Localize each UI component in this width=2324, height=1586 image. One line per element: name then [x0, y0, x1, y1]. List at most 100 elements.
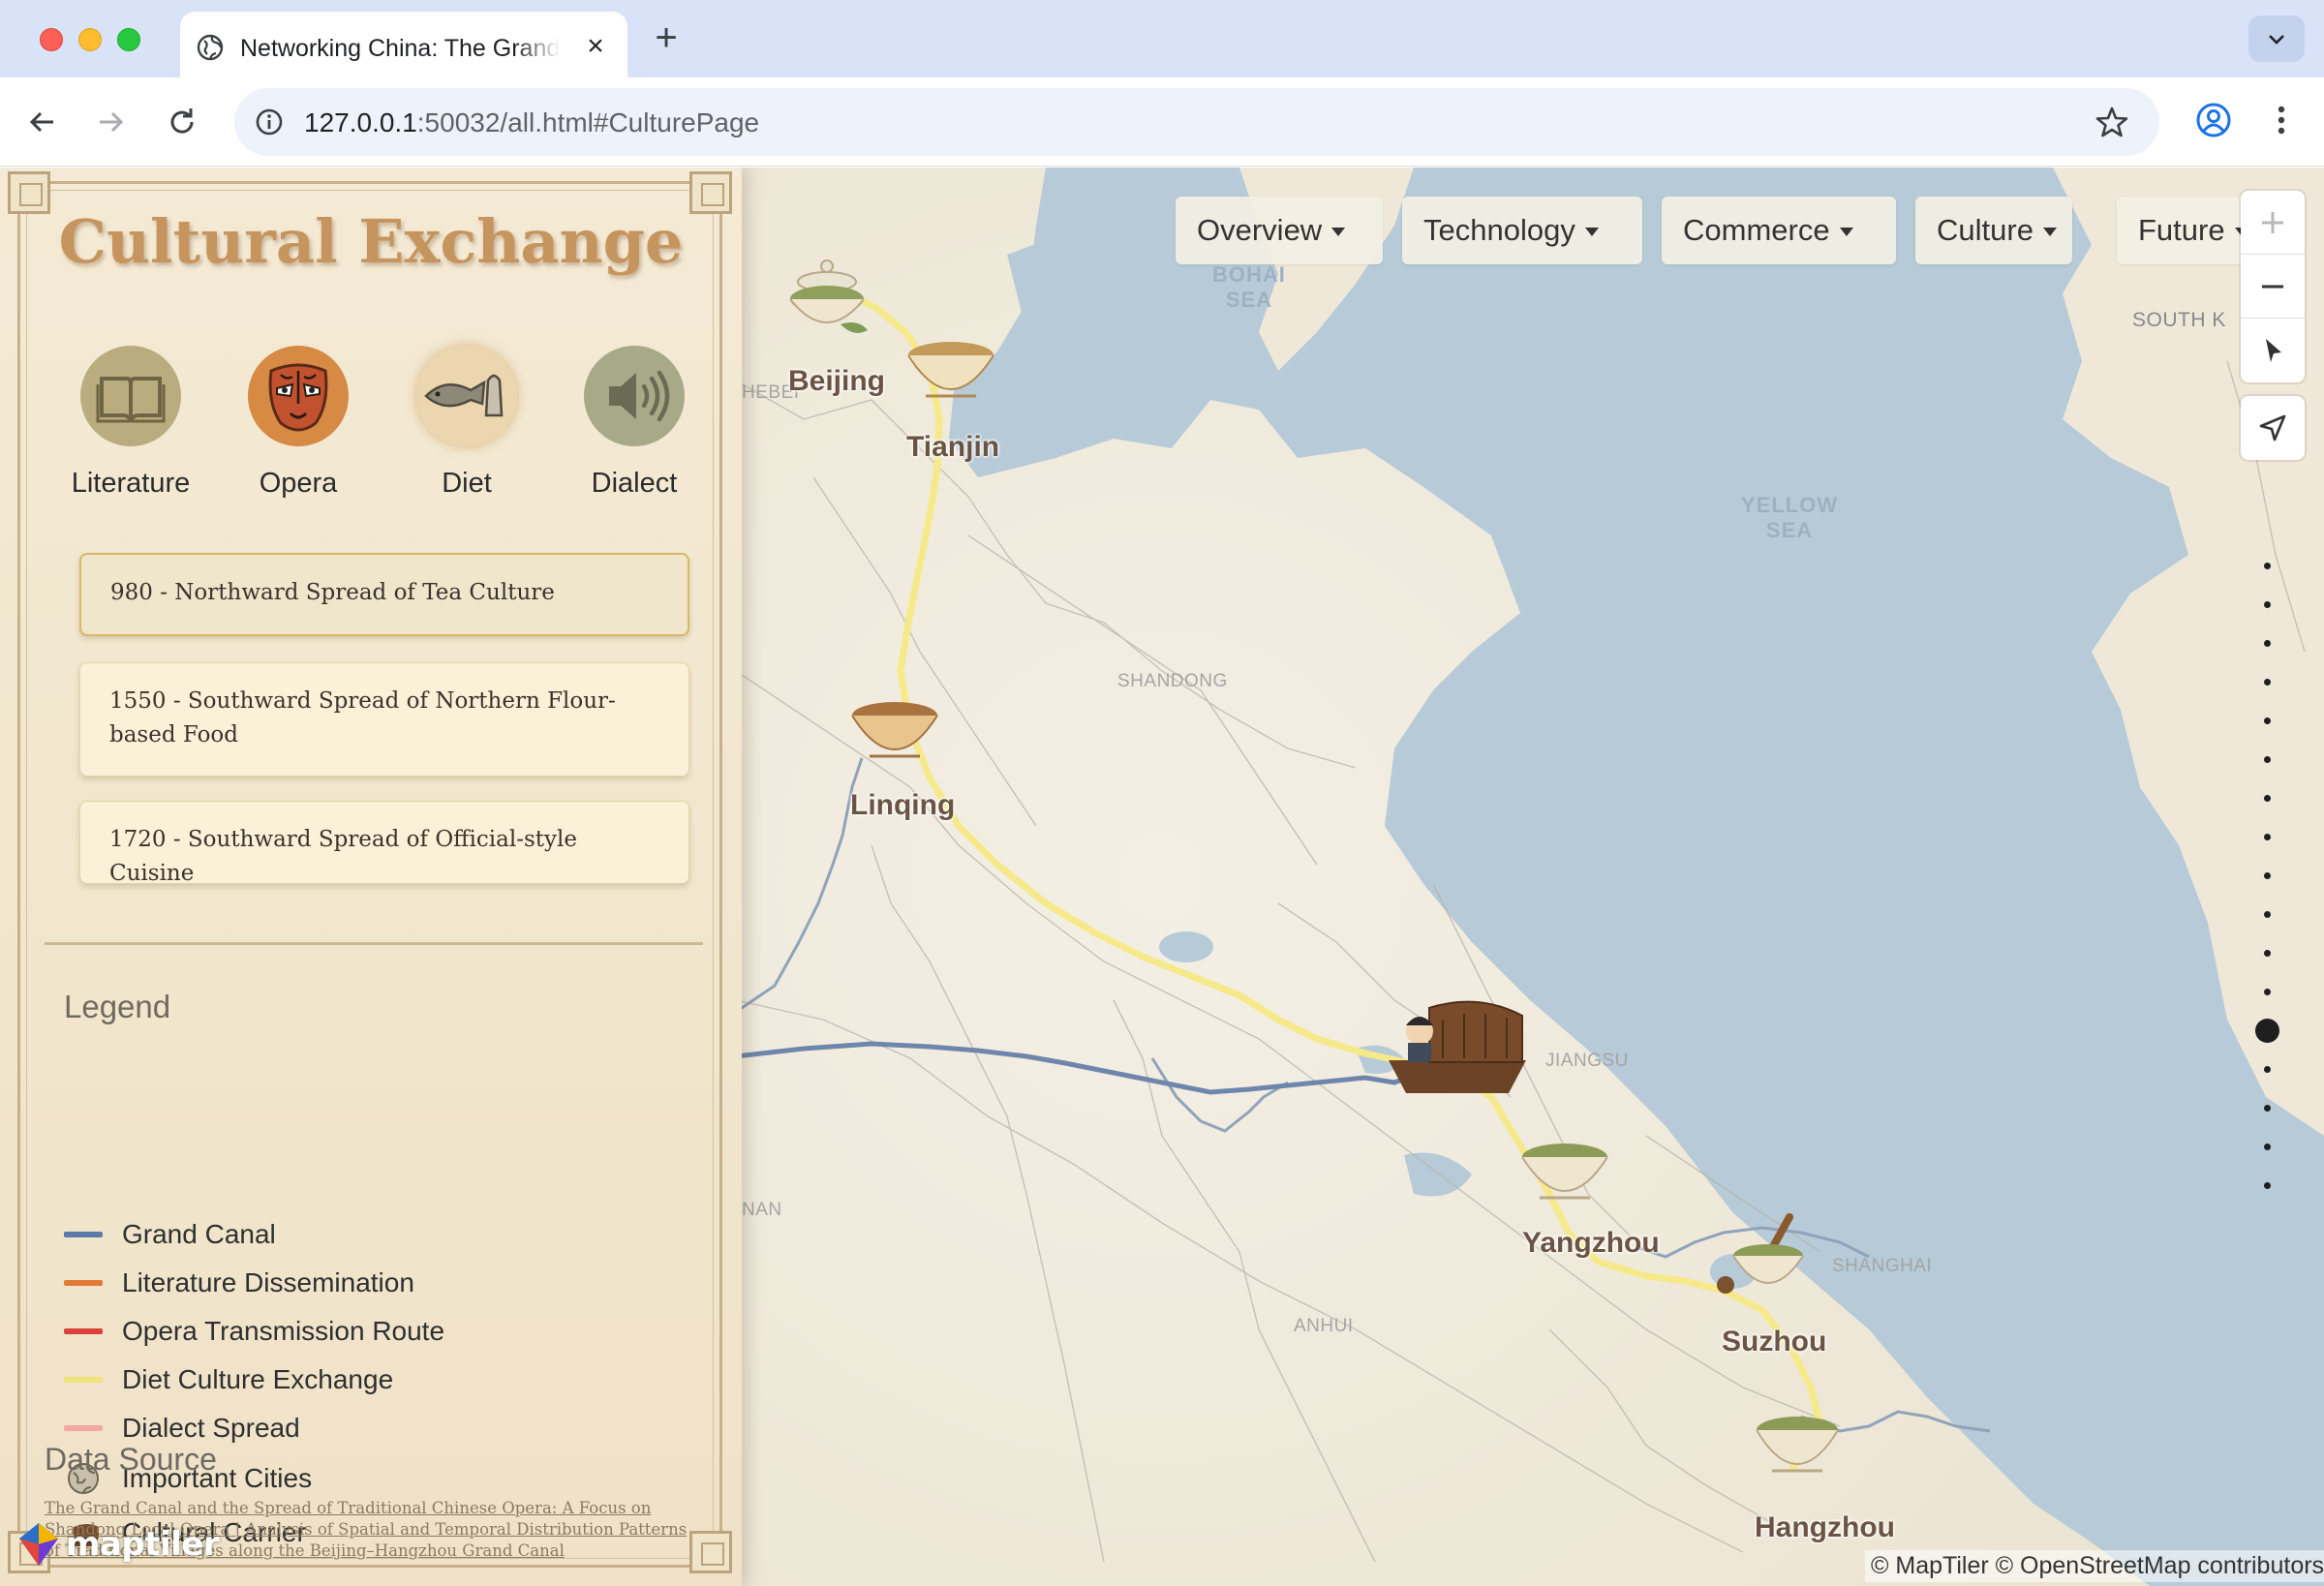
- caret-down-icon: [1839, 228, 1853, 237]
- fish-food-icon: [424, 374, 504, 417]
- progress-dot[interactable]: [2264, 1144, 2271, 1150]
- culture-panel: Cultural Exchange Literature Opera Diet …: [0, 168, 742, 1586]
- cultural-carrier-boat-icon[interactable]: [1385, 992, 1530, 1099]
- topic-opera[interactable]: Opera: [226, 346, 371, 500]
- legend-label: Literature Dissemination: [122, 1267, 414, 1297]
- province-label: SOUTH K: [2132, 309, 2226, 331]
- sea-label-bohai: BOHAI SEA: [1212, 262, 1286, 312]
- tea-bowl-icon[interactable]: [1753, 1409, 1842, 1488]
- maximize-window-button[interactable]: [117, 28, 140, 51]
- close-window-button[interactable]: [40, 28, 63, 51]
- progress-dot[interactable]: [2264, 756, 2271, 763]
- profile-avatar-icon[interactable]: [2192, 99, 2235, 141]
- progress-dot[interactable]: [2264, 834, 2271, 840]
- progress-dot[interactable]: [2264, 989, 2271, 995]
- noodle-bowl-icon[interactable]: [904, 332, 997, 413]
- topic-literature[interactable]: Literature: [58, 346, 203, 500]
- city-label-beijing[interactable]: Beijing: [788, 365, 885, 398]
- covered-tea-bowl-icon[interactable]: [782, 249, 875, 346]
- progress-dot-active[interactable]: [2255, 1019, 2279, 1043]
- province-label: NAN: [742, 1200, 782, 1220]
- city-label-tianjin[interactable]: Tianjin: [906, 431, 999, 464]
- bookmark-star-icon[interactable]: [2094, 104, 2130, 140]
- tab-title: Networking China: The Grand Canal: [240, 35, 560, 62]
- menu-technology[interactable]: Technology: [1402, 197, 1642, 264]
- progress-dot[interactable]: [2264, 911, 2271, 918]
- legend-title: Legend: [64, 989, 171, 1024]
- menu-label: Overview: [1197, 213, 1323, 247]
- data-source-title: Data Source: [45, 1442, 217, 1477]
- progress-dot[interactable]: [2264, 679, 2271, 686]
- menu-commerce[interactable]: Commerce: [1662, 197, 1896, 264]
- reload-icon[interactable]: [161, 101, 203, 143]
- divider: [45, 942, 703, 945]
- address-bar[interactable]: 127.0.0.1:50032/all.html#CulturePage: [234, 88, 2159, 156]
- progress-dot[interactable]: [2264, 640, 2271, 647]
- city-label-yangzhou[interactable]: Yangzhou: [1522, 1227, 1660, 1260]
- globe-icon: [197, 34, 224, 61]
- topic-label: Literature: [71, 468, 191, 499]
- browser-tab[interactable]: Networking China: The Grand Canal ×: [180, 12, 627, 79]
- more-menu-icon[interactable]: [2264, 99, 2299, 141]
- panel-title: Cultural Exchange: [58, 206, 684, 277]
- maptiler-logo[interactable]: maptiler: [14, 1519, 220, 1570]
- legend-swatch: [64, 1328, 103, 1334]
- story-progress-dots: [2252, 168, 2281, 1586]
- progress-dot[interactable]: [2264, 717, 2271, 724]
- event-card-980[interactable]: 980 - Northward Spread of Tea Culture: [79, 553, 689, 636]
- menu-label: Technology: [1423, 213, 1575, 247]
- menu-culture[interactable]: Culture: [1915, 197, 2072, 264]
- tea-bowl-icon[interactable]: [1518, 1134, 1611, 1215]
- progress-dot[interactable]: [2264, 563, 2271, 569]
- soup-bowl-icon[interactable]: [848, 694, 941, 774]
- caret-down-icon: [2042, 228, 2057, 237]
- province-label: SHANDONG: [1117, 671, 1228, 691]
- url-text[interactable]: 127.0.0.1:50032/all.html#CulturePage: [304, 107, 759, 138]
- corner-ornament: [689, 1531, 732, 1573]
- legend-swatch: [64, 1280, 103, 1286]
- menu-label: Culture: [1937, 213, 2034, 247]
- progress-dot[interactable]: [2264, 1066, 2271, 1073]
- forward-arrow-icon[interactable]: [89, 101, 132, 143]
- progress-dot[interactable]: [2264, 601, 2271, 608]
- tea-bowl-whisk-icon[interactable]: [1714, 1213, 1820, 1310]
- opera-mask-icon: [268, 363, 328, 432]
- page-content: BOHAI SEA YELLOW SEA SHANDONG JIANGSU ANHU…: [0, 168, 2324, 1586]
- event-card-1720[interactable]: 1720 - Southward Spread of Official-styl…: [79, 801, 689, 886]
- city-label-linqing[interactable]: Linqing: [850, 789, 955, 822]
- tab-close-icon[interactable]: ×: [579, 30, 612, 63]
- province-label: JIANGSU: [1545, 1051, 1629, 1071]
- progress-dot[interactable]: [2264, 1182, 2271, 1189]
- event-card-1550[interactable]: 1550 - Southward Spread of Northern Flou…: [79, 662, 689, 777]
- browser-toolbar: 127.0.0.1:50032/all.html#CulturePage: [0, 77, 2324, 167]
- caret-down-icon: [1331, 228, 1346, 237]
- city-label-hangzhou[interactable]: Hangzhou: [1755, 1511, 1895, 1544]
- legend-label: Grand Canal: [122, 1219, 276, 1249]
- topic-label: Dialect: [591, 468, 678, 499]
- sea-label-yellow: YELLOW SEA: [1741, 493, 1839, 542]
- chevron-down-icon: [2269, 35, 2284, 45]
- site-info-icon[interactable]: [252, 105, 287, 139]
- legend-swatch: [64, 1377, 103, 1383]
- maptiler-logo-icon: [19, 1523, 58, 1566]
- province-label: SHANGHAI: [1832, 1256, 1933, 1276]
- menu-label: Commerce: [1683, 213, 1830, 247]
- back-arrow-icon[interactable]: [21, 101, 64, 143]
- progress-dot[interactable]: [2264, 1105, 2271, 1112]
- city-label-suzhou[interactable]: Suzhou: [1722, 1326, 1826, 1358]
- menu-label: Future: [2138, 213, 2225, 247]
- progress-dot[interactable]: [2264, 872, 2271, 879]
- caret-down-icon: [1584, 228, 1599, 237]
- topic-diet[interactable]: Diet: [394, 346, 539, 500]
- legend-swatch: [64, 1425, 103, 1431]
- topic-dialect[interactable]: Dialect: [562, 346, 707, 500]
- minimize-window-button[interactable]: [78, 28, 102, 51]
- speaker-icon: [609, 370, 670, 422]
- browser-tab-strip: Networking China: The Grand Canal × +: [0, 0, 2324, 79]
- legend-label: Opera Transmission Route: [122, 1316, 445, 1346]
- tab-search-button[interactable]: [2248, 15, 2305, 62]
- menu-overview[interactable]: Overview: [1176, 197, 1383, 264]
- new-tab-icon[interactable]: +: [647, 18, 686, 58]
- progress-dot[interactable]: [2264, 795, 2271, 802]
- progress-dot[interactable]: [2264, 950, 2271, 957]
